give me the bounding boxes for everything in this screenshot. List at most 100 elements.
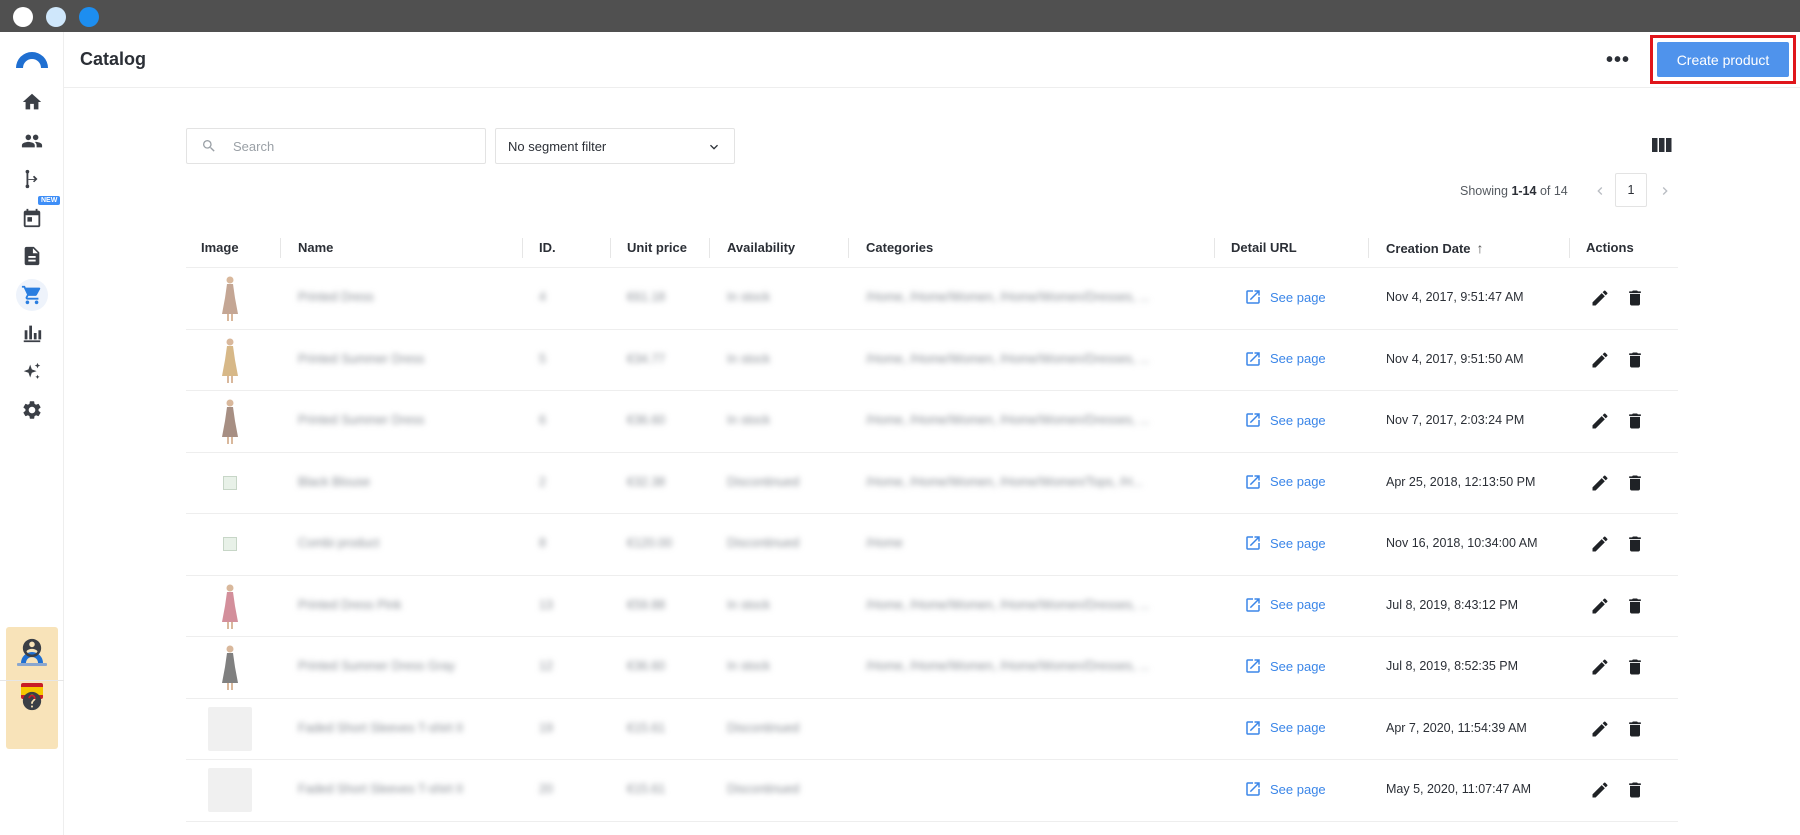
product-image[interactable]	[206, 397, 254, 445]
product-unit-price: €120.00	[627, 536, 673, 550]
edit-icon[interactable]	[1590, 719, 1610, 739]
product-image[interactable]	[206, 643, 254, 691]
product-image[interactable]	[206, 705, 254, 753]
column-header-name[interactable]: Name	[298, 240, 333, 255]
see-page-label: See page	[1270, 781, 1326, 797]
see-page-link[interactable]: See page	[1244, 288, 1326, 306]
product-image[interactable]	[206, 520, 254, 568]
edit-icon[interactable]	[1590, 288, 1610, 308]
table-row[interactable]: Printed Dress Pink 13 €59.88 In stock /H…	[186, 576, 1678, 637]
product-name: Combi product	[298, 536, 380, 550]
sidebar-item-contacts[interactable]	[16, 125, 48, 157]
see-page-link[interactable]: See page	[1244, 596, 1326, 614]
edit-icon[interactable]	[1590, 350, 1610, 370]
see-page-link[interactable]: See page	[1244, 534, 1326, 552]
product-creation-date: Nov 16, 2018, 10:34:00 AM	[1386, 536, 1538, 550]
table-row[interactable]: Printed Summer Dress Gray 12 €36.60 In s…	[186, 637, 1678, 699]
search-box[interactable]: Search	[186, 128, 486, 164]
product-image[interactable]	[206, 274, 254, 322]
product-categories: /Home	[866, 536, 903, 550]
table-row[interactable]: Printed Summer Dress 5 €34.77 In stock /…	[186, 330, 1678, 391]
sidebar-item-settings[interactable]	[16, 394, 48, 426]
table-row[interactable]: Printed Summer Dress 6 €36.60 In stock /…	[186, 391, 1678, 453]
edit-icon[interactable]	[1590, 780, 1610, 800]
sidebar-item-home[interactable]	[16, 86, 48, 118]
create-product-highlight: Create product	[1650, 35, 1796, 84]
sidebar-item-account[interactable]	[16, 632, 48, 664]
see-page-link[interactable]: See page	[1244, 350, 1326, 368]
trash-icon[interactable]	[1625, 411, 1645, 431]
sidebar-item-ai[interactable]	[16, 356, 48, 388]
table-row[interactable]: Printed Dress 4 €61.18 In stock /Home, /…	[186, 268, 1678, 330]
column-separator	[280, 238, 281, 258]
edit-icon[interactable]	[1590, 596, 1610, 616]
product-id: 19	[539, 720, 553, 735]
table-row[interactable]: Black Blouse 2 €32.38 Discontinued /Home…	[186, 453, 1678, 514]
create-product-button[interactable]: Create product	[1657, 42, 1789, 77]
column-header-creation-date[interactable]: Creation Date ↑	[1386, 240, 1484, 256]
chevron-left-icon[interactable]	[1592, 183, 1608, 199]
see-page-link[interactable]: See page	[1244, 780, 1326, 798]
sidebar-item-reports[interactable]	[16, 317, 48, 349]
trash-icon[interactable]	[1625, 596, 1645, 616]
broken-image-icon	[223, 475, 237, 490]
sidebar-item-help[interactable]	[16, 685, 48, 717]
edit-icon[interactable]	[1590, 411, 1610, 431]
product-name: Black Blouse	[298, 474, 371, 489]
broken-image-icon	[223, 537, 237, 551]
table-row[interactable]: Combi product 8 €120.00 Discontinued /Ho…	[186, 514, 1678, 576]
product-image[interactable]	[206, 582, 254, 630]
trash-icon[interactable]	[1625, 657, 1645, 677]
product-name: Printed Dress Pink	[298, 597, 402, 612]
app-logo[interactable]	[13, 45, 51, 71]
product-image[interactable]	[206, 336, 254, 384]
see-page-link[interactable]: See page	[1244, 657, 1326, 675]
see-page-label: See page	[1270, 720, 1326, 735]
edit-icon[interactable]	[1590, 473, 1610, 493]
page-number-input[interactable]: 1	[1615, 173, 1647, 207]
more-options-button[interactable]: •••	[1602, 44, 1634, 76]
window-maximize-button[interactable]	[79, 7, 99, 27]
sidebar-item-documents[interactable]	[16, 240, 48, 272]
trash-icon[interactable]	[1625, 350, 1645, 370]
edit-icon[interactable]	[1590, 657, 1610, 677]
chevron-right-icon[interactable]	[1657, 183, 1673, 199]
product-availability: In stock	[727, 597, 771, 612]
see-page-link[interactable]: See page	[1244, 411, 1326, 429]
columns-icon[interactable]	[1652, 136, 1672, 154]
product-unit-price: €61.18	[627, 290, 666, 304]
see-page-link[interactable]: See page	[1244, 719, 1326, 737]
edit-icon[interactable]	[1590, 534, 1610, 554]
table-row[interactable]: Faded Short Sleeves T-shirt II 19 €15.61…	[186, 699, 1678, 760]
trash-icon[interactable]	[1625, 534, 1645, 554]
column-header-availability[interactable]: Availability	[727, 240, 795, 255]
sidebar-item-calendar[interactable]: NEW	[16, 196, 61, 234]
table-body: Printed Dress 4 €61.18 In stock /Home, /…	[186, 268, 1678, 822]
product-image[interactable]	[206, 766, 254, 814]
sidebar-item-automation[interactable]	[16, 163, 48, 195]
table-row[interactable]: Faded Short Sleeves T-shirt II 20 €15.61…	[186, 760, 1678, 822]
column-header-unit-price[interactable]: Unit price	[627, 240, 687, 255]
see-page-label: See page	[1270, 412, 1326, 428]
trash-icon[interactable]	[1625, 473, 1645, 493]
trash-icon[interactable]	[1625, 719, 1645, 739]
column-header-id[interactable]: ID.	[539, 240, 556, 255]
see-page-label: See page	[1270, 474, 1326, 489]
product-id: 12	[539, 659, 553, 673]
external-link-icon	[1246, 290, 1260, 304]
window-minimize-button[interactable]	[46, 7, 66, 27]
trash-icon[interactable]	[1625, 288, 1645, 308]
trash-icon[interactable]	[1625, 780, 1645, 800]
sidebar-divider	[0, 680, 64, 681]
sidebar-item-catalog[interactable]	[16, 279, 48, 311]
product-image[interactable]	[206, 459, 254, 507]
dress-image	[222, 338, 238, 383]
external-link-icon	[1246, 351, 1260, 366]
search-input[interactable]: Search	[233, 139, 274, 154]
see-page-link[interactable]: See page	[1244, 473, 1326, 491]
window-close-button[interactable]	[13, 7, 33, 27]
calendar-icon	[23, 208, 41, 228]
column-header-categories[interactable]: Categories	[866, 240, 933, 255]
segment-filter-select[interactable]: No segment filter	[495, 128, 735, 164]
product-availability: In stock	[727, 351, 771, 366]
